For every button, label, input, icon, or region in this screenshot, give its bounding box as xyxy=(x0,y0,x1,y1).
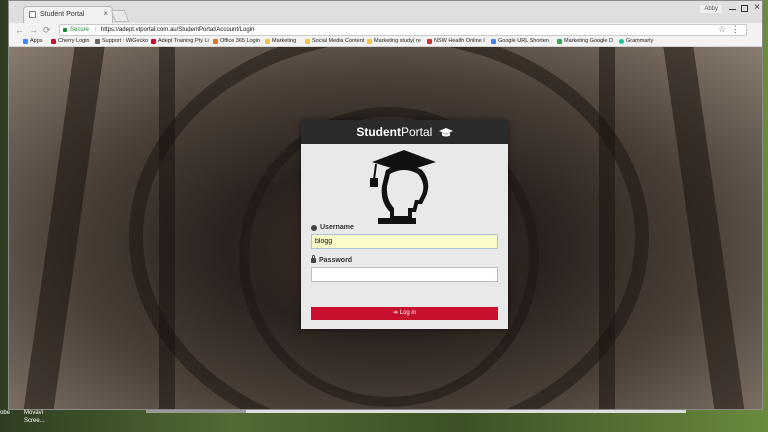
tab-title: Student Portal xyxy=(40,11,85,18)
browser-toolbar: ← → ⟳ Secure | https://adept.vtportal.co… xyxy=(9,23,762,37)
bookmark-adept-training[interactable]: Adept Training Pty Li xyxy=(151,38,209,44)
forward-arrow-icon[interactable]: → xyxy=(29,24,38,36)
username-label: Username xyxy=(311,224,354,231)
brand-portal: Portal xyxy=(400,125,433,139)
support-icon xyxy=(95,38,100,44)
url-separator: | xyxy=(94,27,97,33)
drive-icon xyxy=(557,38,562,44)
reload-icon[interactable]: ⟳ xyxy=(43,24,51,36)
student-head-logo-icon xyxy=(370,150,436,224)
scrollbar-thumb[interactable] xyxy=(146,410,246,413)
login-button[interactable]: ➔ Log in xyxy=(311,307,498,320)
sign-in-icon: ➔ xyxy=(392,310,398,316)
browser-menu-icon[interactable]: ⋮ xyxy=(731,24,740,35)
bookmark-marketing-study[interactable]: Marketing study/ re xyxy=(367,38,421,44)
maximize-icon[interactable] xyxy=(741,5,748,12)
password-input[interactable] xyxy=(311,267,498,282)
title-bar: Student Portal × Abby × xyxy=(9,1,762,23)
google-icon xyxy=(491,38,496,44)
folder-icon xyxy=(305,38,310,44)
padlock-icon xyxy=(311,255,316,263)
bookmark-cherry-login[interactable]: Cherry Login xyxy=(51,38,90,44)
profile-button[interactable]: Abby xyxy=(700,5,722,13)
secure-label: Secure xyxy=(70,27,90,33)
background-beam xyxy=(599,47,615,409)
grammarly-icon xyxy=(619,38,624,44)
bookmark-marketing-google[interactable]: Marketing Google D xyxy=(557,38,613,44)
lock-icon xyxy=(63,28,67,32)
new-tab-button[interactable] xyxy=(110,10,130,22)
desktop-icon-label[interactable]: obe xyxy=(0,410,10,417)
desktop-icons: obe Movavi Scree... xyxy=(0,404,60,432)
address-bar[interactable]: Secure | https://adept.vtportal.com.au/S… xyxy=(59,24,747,36)
password-label: Password xyxy=(311,255,352,264)
user-icon xyxy=(311,224,317,231)
bookmark-support[interactable]: Support : WiGecko xyxy=(95,38,148,44)
desktop-icon-label[interactable]: Movavi xyxy=(24,410,43,417)
cherry-icon xyxy=(51,38,56,44)
page-viewport: StudentPortal Username blogg Password ➔ … xyxy=(9,47,762,409)
brand-student: Student xyxy=(356,125,401,139)
apps-icon xyxy=(23,38,28,44)
background-beam xyxy=(663,47,745,409)
nsw-icon xyxy=(427,38,432,44)
bookmark-nsw-health[interactable]: NSW Health Online I xyxy=(427,38,485,44)
background-beam xyxy=(159,47,175,409)
bookmark-grammarly[interactable]: Grammarly xyxy=(619,38,653,44)
folder-icon xyxy=(367,38,372,44)
tab-close-icon[interactable]: × xyxy=(103,9,108,18)
page-icon xyxy=(29,11,36,18)
tab-student-portal[interactable]: Student Portal × xyxy=(23,6,113,23)
back-arrow-icon[interactable]: ← xyxy=(15,24,24,36)
folder-icon xyxy=(265,38,270,44)
browser-window: Student Portal × Abby × ← → ⟳ Secure | h… xyxy=(8,0,763,410)
bookmark-office-365[interactable]: Office 365 Login xyxy=(213,38,260,44)
url-text: https://adept.vtportal.com.au/StudentPor… xyxy=(100,27,255,33)
bookmark-apps[interactable]: Apps xyxy=(23,38,43,44)
bookmark-social-media[interactable]: Social Media Content xyxy=(305,38,364,44)
graduation-cap-icon xyxy=(438,127,453,137)
bookmark-star-icon[interactable]: ☆ xyxy=(718,24,726,35)
horizontal-scrollbar[interactable] xyxy=(146,410,686,413)
bookmark-marketing[interactable]: Marketing xyxy=(265,38,296,44)
bookmarks-bar: Apps Cherry Login Support : WiGecko Adep… xyxy=(9,37,762,47)
minimize-icon[interactable] xyxy=(729,9,736,10)
background-beam xyxy=(23,47,105,409)
bookmark-google-url[interactable]: Google URL Shorten xyxy=(491,38,549,44)
office-icon xyxy=(213,38,218,44)
adept-icon xyxy=(151,38,156,44)
card-header: StudentPortal xyxy=(301,120,508,144)
login-card: StudentPortal Username blogg Password ➔ … xyxy=(301,120,508,329)
window-close-icon[interactable]: × xyxy=(754,2,760,13)
username-input[interactable] xyxy=(311,234,498,249)
desktop-icon-label[interactable]: Scree... xyxy=(24,418,45,425)
